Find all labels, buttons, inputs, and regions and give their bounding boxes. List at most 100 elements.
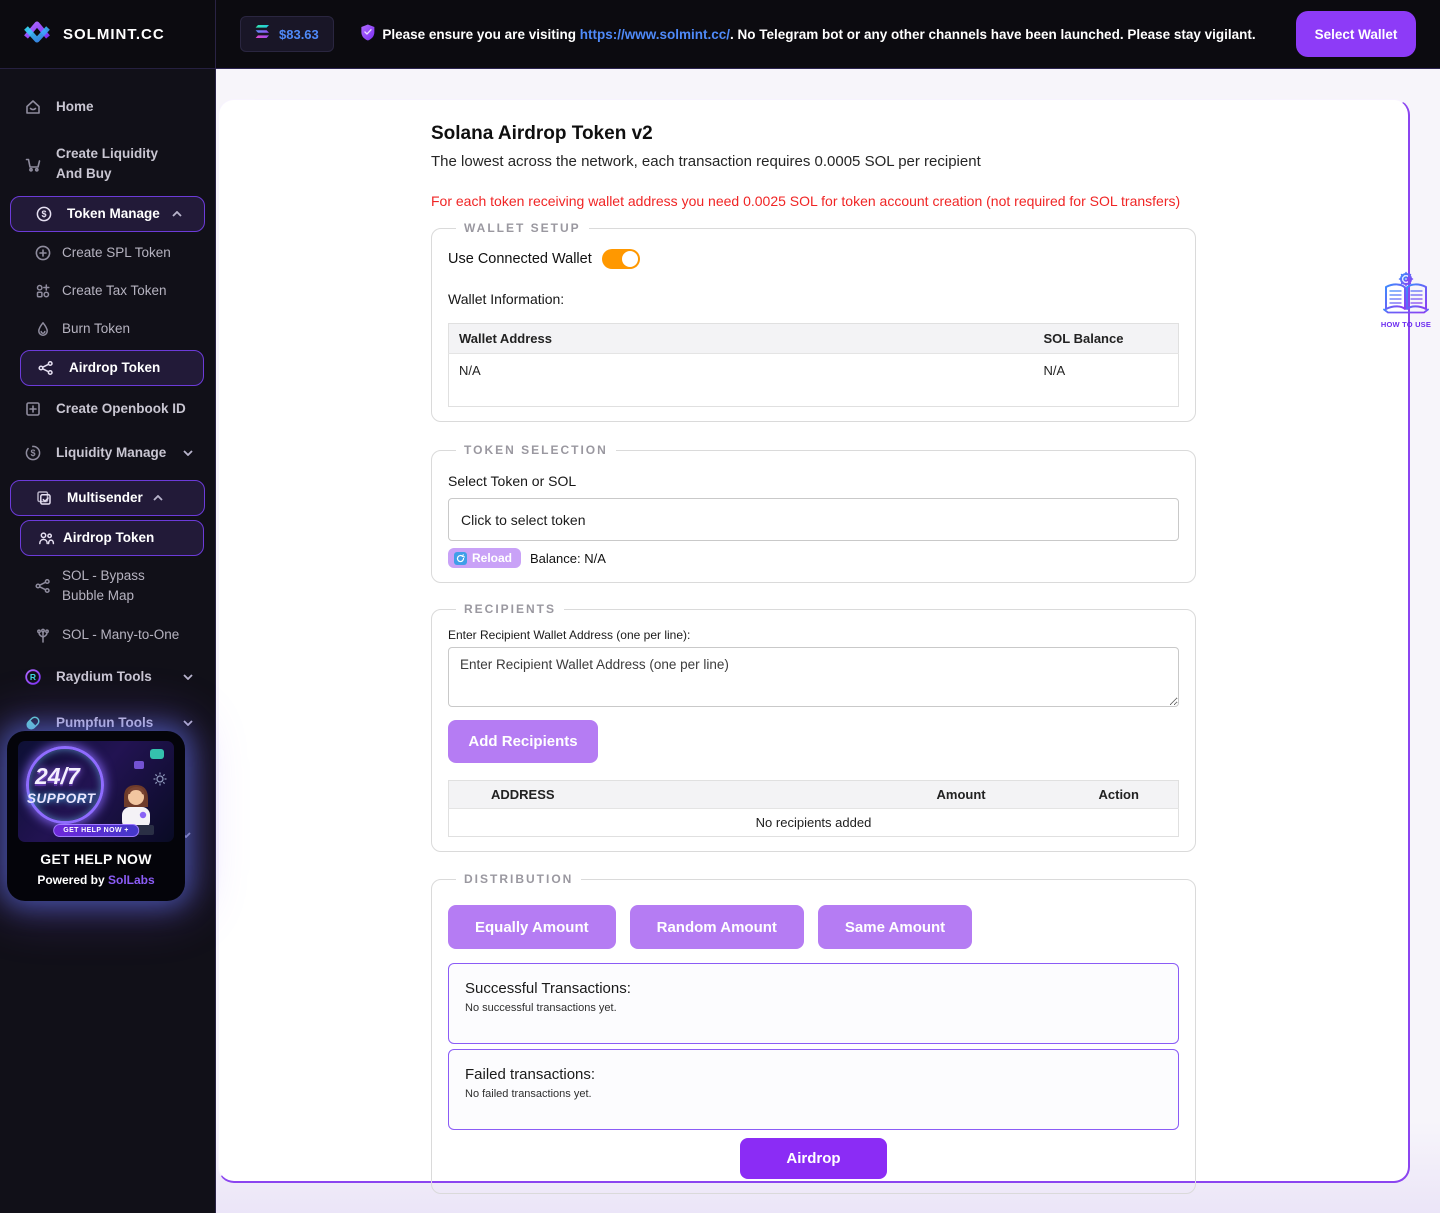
plus-square-icon xyxy=(24,400,42,418)
main-panel: Solana Airdrop Token v2 The lowest acros… xyxy=(218,99,1410,1183)
support-support-text: SUPPORT xyxy=(27,791,96,806)
wallet-info-table: Wallet Address SOL Balance N/A N/A xyxy=(448,323,1179,407)
chevron-up-icon xyxy=(153,495,163,501)
chevron-down-icon xyxy=(183,450,193,456)
successful-transactions-title: Successful Transactions: xyxy=(465,980,1162,997)
sidebar-item-liquidity-manage[interactable]: $ Liquidity Manage xyxy=(0,434,215,472)
sidebar-item-airdrop-token[interactable]: Airdrop Token xyxy=(20,350,204,386)
sidebar-item-sol-many-to-one[interactable]: SOL - Many-to-One xyxy=(0,618,215,652)
amount-header: Amount xyxy=(927,781,1089,809)
support-banner-image: 24/7 SUPPORT GET HELP NOW + xyxy=(18,741,174,842)
sidebar-item-home[interactable]: Home xyxy=(0,88,215,126)
support-247-text: 24/7 xyxy=(35,763,80,790)
sidebar-item-label: Token Manage xyxy=(67,204,160,224)
reload-label: Reload xyxy=(472,551,512,565)
token-select-input[interactable]: Click to select token xyxy=(448,498,1179,541)
sidebar-item-label: Create Liquidity And Buy xyxy=(56,144,176,184)
recipients-label: Enter Recipient Wallet Address (one per … xyxy=(448,628,1179,642)
svg-text:$: $ xyxy=(41,209,46,219)
sidebar-item-create-openbook-id[interactable]: Create Openbook ID xyxy=(0,392,215,426)
balance-text: Balance: N/A xyxy=(530,551,606,566)
users-icon xyxy=(37,529,55,547)
solmint-link[interactable]: https://www.solmint.cc/ xyxy=(580,27,730,42)
share-nodes-icon xyxy=(37,359,55,377)
sol-price: $83.63 xyxy=(279,27,319,42)
recipients-section: RECIPIENTS Enter Recipient Wallet Addres… xyxy=(431,602,1196,852)
wallet-information-label: Wallet Information: xyxy=(448,291,1179,307)
how-to-use-label: HOW TO USE xyxy=(1378,320,1434,329)
sidebar-item-burn-token[interactable]: Burn Token xyxy=(0,312,215,346)
address-header: ADDRESS xyxy=(449,781,927,809)
token-selection-legend: TOKEN SELECTION xyxy=(456,443,616,457)
sidebar-item-create-liquidity-and-buy[interactable]: Create Liquidity And Buy xyxy=(0,136,215,192)
sidebar-item-label: Airdrop Token xyxy=(69,358,160,378)
sollabs-link[interactable]: SolLabs xyxy=(108,873,155,887)
sidebar-item-airdrop-token-multisender[interactable]: Airdrop Token xyxy=(20,520,204,556)
chevron-down-icon xyxy=(183,674,193,680)
content-area: Solana Airdrop Token v2 The lowest acros… xyxy=(216,69,1440,1213)
powered-by: Powered by SolLabs xyxy=(18,873,174,887)
share-nodes-icon xyxy=(34,577,52,595)
wallet-setup-legend: WALLET SETUP xyxy=(456,221,589,235)
fee-warning: For each token receiving wallet address … xyxy=(431,193,1196,209)
flame-icon xyxy=(34,320,52,338)
app-root: SOLMINT.CC Home Create Liquidity And Buy… xyxy=(0,0,1440,1213)
grid-plus-icon xyxy=(34,282,52,300)
sol-price-badge[interactable]: $83.63 xyxy=(240,16,334,52)
sidebar-item-label: Raydium Tools xyxy=(56,667,152,687)
distribution-legend: DISTRIBUTION xyxy=(456,872,581,886)
how-to-use-widget[interactable]: HOW TO USE xyxy=(1378,270,1434,329)
cart-icon xyxy=(24,155,42,173)
same-amount-button[interactable]: Same Amount xyxy=(818,905,972,949)
table-row: No recipients added xyxy=(449,809,1179,837)
sidebar-item-label: Create Tax Token xyxy=(62,281,167,301)
raydium-icon: R xyxy=(24,668,42,686)
notice-text: Please ensure you are visiting https://w… xyxy=(382,27,1255,42)
no-recipients-text: No recipients added xyxy=(449,809,1179,837)
failed-transactions-title: Failed transactions: xyxy=(465,1066,1162,1083)
wallet-address-header: Wallet Address xyxy=(449,324,1034,354)
svg-text:R: R xyxy=(30,672,36,682)
chat-bubble-decoration xyxy=(150,749,164,759)
select-wallet-button[interactable]: Select Wallet xyxy=(1296,11,1416,57)
sidebar-item-sol-bypass-bubble-map[interactable]: SOL - Bypass Bubble Map xyxy=(0,562,215,610)
sidebar-item-label: Pumpfun Tools xyxy=(56,713,153,733)
pill-icon xyxy=(24,714,42,732)
sidebar-item-label: SOL - Bypass Bubble Map xyxy=(62,566,180,606)
sidebar-item-label: Create Openbook ID xyxy=(56,399,186,419)
recipients-textarea[interactable] xyxy=(448,647,1179,707)
token-selection-section: TOKEN SELECTION Select Token or SOL Clic… xyxy=(431,443,1196,583)
sidebar-item-create-tax-token[interactable]: Create Tax Token xyxy=(0,274,215,308)
chat-bubble-decoration xyxy=(134,761,144,769)
security-notice: Please ensure you are visiting https://w… xyxy=(360,24,1255,44)
recipients-legend: RECIPIENTS xyxy=(456,602,564,616)
support-banner[interactable]: 24/7 SUPPORT GET HELP NOW + GET HELP NOW… xyxy=(7,731,185,901)
airdrop-button[interactable]: Airdrop xyxy=(740,1138,887,1179)
add-recipients-button[interactable]: Add Recipients xyxy=(448,720,598,763)
sol-balance-value: N/A xyxy=(1034,354,1179,407)
sidebar-item-multisender[interactable]: Multisender xyxy=(10,480,205,516)
refresh-icon xyxy=(454,552,467,565)
plus-circle-icon xyxy=(34,244,52,262)
sidebar-item-create-spl-token[interactable]: Create SPL Token xyxy=(0,236,215,270)
page-subtitle: The lowest across the network, each tran… xyxy=(431,153,1196,170)
wallet-address-value: N/A xyxy=(449,354,1034,407)
equally-amount-button[interactable]: Equally Amount xyxy=(448,905,616,949)
use-connected-wallet-toggle[interactable] xyxy=(602,249,640,269)
successful-transactions-box: Successful Transactions: No successful t… xyxy=(448,963,1179,1044)
svg-text:$: $ xyxy=(30,448,35,458)
sidebar-item-label: Liquidity Manage xyxy=(56,443,166,463)
reload-button[interactable]: Reload xyxy=(448,548,521,568)
random-amount-button[interactable]: Random Amount xyxy=(630,905,804,949)
chevron-up-icon xyxy=(172,211,182,217)
merge-icon xyxy=(34,626,52,644)
topbar: $83.63 Please ensure you are visiting ht… xyxy=(216,0,1440,69)
successful-transactions-empty: No successful transactions yet. xyxy=(465,1002,1162,1014)
sidebar-item-raydium-tools[interactable]: R Raydium Tools xyxy=(0,658,215,696)
sidebar-item-token-manage[interactable]: $ Token Manage xyxy=(10,196,205,232)
sidebar: SOLMINT.CC Home Create Liquidity And Buy… xyxy=(0,0,216,1213)
failed-transactions-box: Failed transactions: No failed transacti… xyxy=(448,1049,1179,1130)
chevron-down-icon xyxy=(183,720,193,726)
logo[interactable]: SOLMINT.CC xyxy=(0,0,215,69)
solmint-logo-icon xyxy=(20,17,54,52)
